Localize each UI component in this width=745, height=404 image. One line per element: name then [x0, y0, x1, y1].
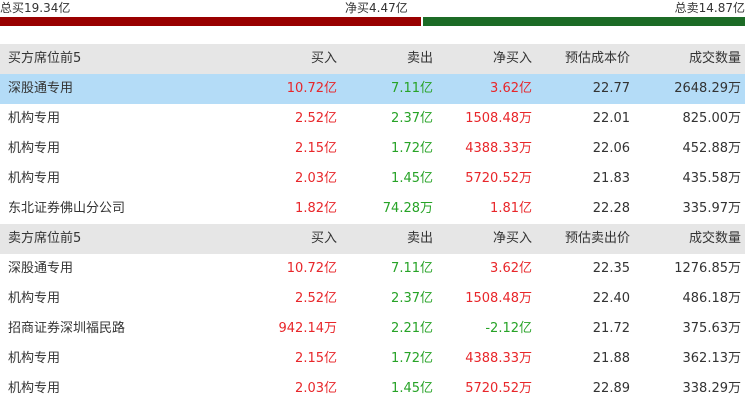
buy-sell-ratio-bar	[0, 17, 745, 26]
buy-amount: 2.52亿	[295, 291, 337, 306]
price-value: 22.01	[592, 111, 630, 126]
net-amount: 4388.33万	[465, 351, 532, 366]
volume-value: 825.00万	[682, 111, 742, 126]
price-value: 22.40	[592, 291, 630, 306]
buy-amount: 942.14万	[278, 321, 338, 336]
header-volume: 成交数量	[688, 51, 741, 66]
price-value: 22.77	[592, 81, 630, 96]
header-net: 净买入	[492, 231, 532, 246]
price-value: 22.06	[592, 141, 630, 156]
sell-ratio-segment	[422, 17, 745, 26]
net-amount: 1.81亿	[490, 201, 532, 216]
buy-amount: 2.52亿	[295, 111, 337, 126]
trading-seats-table: 买方席位前5 买入 卖出 净买入 预估成本价 成交数量 深股通专用 10.72亿 7…	[0, 44, 745, 404]
sell-amount: 1.45亿	[391, 171, 433, 186]
price-value: 21.83	[592, 171, 630, 186]
table-row[interactable]: 机构专用 2.15亿 1.72亿 4388.33万 21.88 362.13万	[0, 344, 745, 374]
volume-value: 2648.29万	[674, 81, 741, 96]
header-sell: 卖出	[406, 51, 433, 66]
header-buy: 买入	[310, 51, 337, 66]
seat-name: 机构专用	[8, 111, 61, 126]
total-buy-label: 总买19.34亿	[0, 1, 71, 15]
net-amount: 5720.52万	[465, 381, 532, 396]
sell-amount: 7.11亿	[391, 261, 433, 276]
buy-section-header: 买方席位前5 买入 卖出 净买入 预估成本价 成交数量	[0, 44, 745, 74]
volume-value: 362.13万	[682, 351, 742, 366]
buy-amount: 10.72亿	[286, 261, 337, 276]
sell-amount: 1.72亿	[391, 141, 433, 156]
total-sell-label: 总卖14.87亿	[674, 1, 745, 15]
buy-amount: 2.15亿	[295, 351, 337, 366]
volume-value: 1276.85万	[674, 261, 741, 276]
seat-name: 机构专用	[8, 351, 61, 366]
header-price: 预估卖出价	[564, 231, 630, 246]
buy-amount: 2.15亿	[295, 141, 337, 156]
volume-value: 452.88万	[682, 141, 742, 156]
table-row[interactable]: 招商证券深圳福民路 942.14万 2.21亿 -2.12亿 21.72 375.63万	[0, 314, 745, 344]
volume-value: 375.63万	[682, 321, 742, 336]
sell-amount: 1.72亿	[391, 351, 433, 366]
table-row[interactable]: 机构专用 2.03亿 1.45亿 5720.52万 22.89 338.29万	[0, 374, 745, 404]
net-amount: 1508.48万	[465, 111, 532, 126]
sell-amount: 7.11亿	[391, 81, 433, 96]
header-net: 净买入	[492, 51, 532, 66]
table-row[interactable]: 机构专用 2.03亿 1.45亿 5720.52万 21.83 435.58万	[0, 164, 745, 194]
seat-name: 机构专用	[8, 141, 61, 156]
volume-value: 435.58万	[682, 171, 742, 186]
buy-amount: 10.72亿	[286, 81, 337, 96]
seat-name: 招商证券深圳福民路	[8, 321, 126, 336]
table-row[interactable]: 深股通专用 10.72亿 7.11亿 3.62亿 22.35 1276.85万	[0, 254, 745, 284]
net-amount: 4388.33万	[465, 141, 532, 156]
net-amount: 3.62亿	[490, 261, 532, 276]
price-value: 22.35	[592, 261, 630, 276]
summary-header: 总买19.34亿 净买4.47亿 总卖14.87亿	[0, 0, 745, 17]
volume-value: 486.18万	[682, 291, 742, 306]
sell-amount: 2.37亿	[391, 111, 433, 126]
price-value: 22.89	[592, 381, 630, 396]
price-value: 21.72	[592, 321, 630, 336]
seat-name: 机构专用	[8, 381, 61, 396]
header-price: 预估成本价	[564, 51, 630, 66]
header-seat: 卖方席位前5	[8, 231, 82, 246]
buy-seat-rows: 深股通专用 10.72亿 7.11亿 3.62亿 22.77 2648.29万机构专用 2.…	[0, 74, 745, 224]
table-row[interactable]: 东北证券佛山分公司 1.82亿 74.28万 1.81亿 22.28 335.97万	[0, 194, 745, 224]
seat-name: 机构专用	[8, 291, 61, 306]
net-amount: 3.62亿	[490, 81, 532, 96]
buy-ratio-segment	[0, 17, 421, 26]
header-buy: 买入	[310, 231, 337, 246]
price-value: 21.88	[592, 351, 630, 366]
sell-seat-rows: 深股通专用 10.72亿 7.11亿 3.62亿 22.35 1276.85万机构专用 2.…	[0, 254, 745, 404]
sell-amount: 74.28万	[382, 201, 433, 216]
sell-section-header: 卖方席位前5 买入 卖出 净买入 预估卖出价 成交数量	[0, 224, 745, 254]
header-seat: 买方席位前5	[8, 51, 82, 66]
seat-name: 深股通专用	[8, 81, 74, 96]
header-sell: 卖出	[406, 231, 433, 246]
net-amount: 5720.52万	[465, 171, 532, 186]
net-amount: 1508.48万	[465, 291, 532, 306]
sell-amount: 2.37亿	[391, 291, 433, 306]
volume-value: 335.97万	[682, 201, 742, 216]
price-value: 22.28	[592, 201, 630, 216]
sell-amount: 2.21亿	[391, 321, 433, 336]
buy-amount: 2.03亿	[295, 381, 337, 396]
net-amount: -2.12亿	[485, 321, 532, 336]
table-row[interactable]: 机构专用 2.15亿 1.72亿 4388.33万 22.06 452.88万	[0, 134, 745, 164]
buy-amount: 2.03亿	[295, 171, 337, 186]
volume-value: 338.29万	[682, 381, 742, 396]
header-volume: 成交数量	[688, 231, 741, 246]
sell-amount: 1.45亿	[391, 381, 433, 396]
table-row[interactable]: 机构专用 2.52亿 2.37亿 1508.48万 22.01 825.00万	[0, 104, 745, 134]
table-row[interactable]: 机构专用 2.52亿 2.37亿 1508.48万 22.40 486.18万	[0, 284, 745, 314]
seat-name: 东北证券佛山分公司	[8, 201, 126, 216]
net-buy-label: 净买4.47亿	[345, 1, 408, 15]
table-row[interactable]: 深股通专用 10.72亿 7.11亿 3.62亿 22.77 2648.29万	[0, 74, 745, 104]
seat-name: 机构专用	[8, 171, 61, 186]
buy-amount: 1.82亿	[295, 201, 337, 216]
seat-name: 深股通专用	[8, 261, 74, 276]
